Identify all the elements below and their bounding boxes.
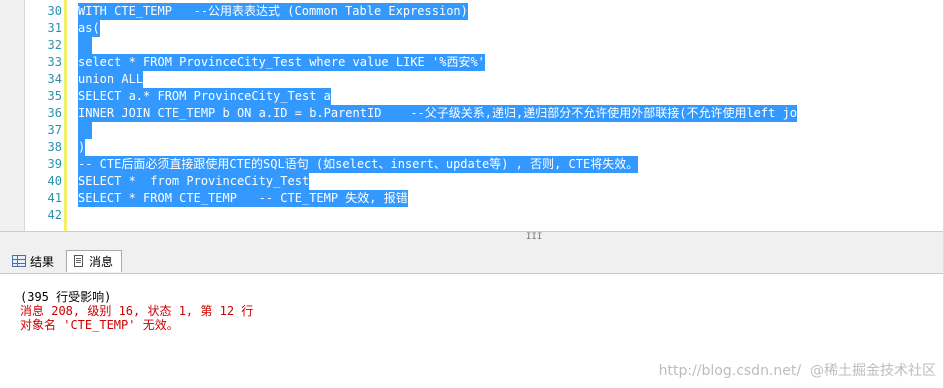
line-number: 40 xyxy=(47,174,62,188)
tab-results[interactable]: 结果 xyxy=(6,250,64,272)
code-text[interactable]: -- CTE后面必须直接跟使用CTE的SQL语句 (如select、insert… xyxy=(78,156,639,173)
line-number: 35 xyxy=(47,89,62,103)
code-line[interactable]: 39 -- CTE后面必须直接跟使用CTE的SQL语句 (如select、inse… xyxy=(0,156,944,173)
code-text[interactable]: ) xyxy=(78,139,86,156)
code-text[interactable]: INNER JOIN CTE_TEMP b ON a.ID = b.Parent… xyxy=(78,105,798,122)
line-number: 33 xyxy=(47,55,62,69)
code-line[interactable]: 41 SELECT * FROM CTE_TEMP -- CTE_TEMP 失效,… xyxy=(0,190,944,207)
code-line[interactable]: 30 WITH CTE_TEMP --公用表表达式 (Common Table E… xyxy=(0,3,944,20)
code-line[interactable]: 42 xyxy=(0,207,944,224)
code-line[interactable]: 36 INNER JOIN CTE_TEMP b ON a.ID = b.Pare… xyxy=(0,105,944,122)
code-text[interactable]: select * FROM ProvinceCity_Test where va… xyxy=(78,54,485,71)
code-text[interactable]: union ALL xyxy=(78,71,144,88)
code-line[interactable]: 35 SELECT a.* FROM ProvinceCity_Test a xyxy=(0,88,944,105)
code-text[interactable]: as( xyxy=(78,20,100,37)
rows-affected-text: (395 行受影响) xyxy=(20,290,112,304)
code-line[interactable]: 32 xyxy=(0,37,944,54)
code-line[interactable]: 37 xyxy=(0,122,944,139)
watermark: http://blog.csdn.net/ @稀土掘金技术社区 xyxy=(658,363,936,379)
error-message-line1: 消息 208, 级别 16, 状态 1, 第 12 行 xyxy=(20,304,254,318)
tab-messages[interactable]: 消息 xyxy=(66,250,122,272)
code-text[interactable]: SELECT a.* FROM ProvinceCity_Test a xyxy=(78,88,331,105)
results-tabbar: 结果 消息 xyxy=(0,243,944,274)
line-number: 38 xyxy=(47,140,62,154)
code-line[interactable]: 40 SELECT * from ProvinceCity_Test xyxy=(0,173,944,190)
line-number: 34 xyxy=(47,72,62,86)
line-number: 39 xyxy=(47,157,62,171)
horizontal-scrollbar[interactable]: III xyxy=(0,231,944,243)
line-number: 30 xyxy=(47,4,62,18)
tab-messages-label: 消息 xyxy=(89,255,114,269)
code-text[interactable]: SELECT * FROM CTE_TEMP -- CTE_TEMP 失效, 报… xyxy=(78,190,408,207)
code-line[interactable]: 38) xyxy=(0,139,944,156)
line-number: 36 xyxy=(47,106,62,120)
code-text[interactable]: SELECT * from ProvinceCity_Test xyxy=(78,173,310,190)
messages-pane[interactable]: (395 行受影响) 消息 208, 级别 16, 状态 1, 第 12 行 对… xyxy=(0,274,944,388)
code-line[interactable]: 31 as( xyxy=(0,20,944,37)
line-number: 31 xyxy=(47,21,62,35)
sql-editor[interactable]: 30 WITH CTE_TEMP --公用表表达式 (Common Table E… xyxy=(0,0,944,232)
line-number: 41 xyxy=(47,191,62,205)
code-line[interactable]: 33 select * FROM ProvinceCity_Test where … xyxy=(0,54,944,71)
grid-icon xyxy=(12,255,26,267)
code-text[interactable] xyxy=(78,207,92,224)
line-number: 32 xyxy=(47,38,62,52)
code-text[interactable] xyxy=(78,37,92,54)
line-number: 42 xyxy=(47,208,62,222)
code-text[interactable] xyxy=(78,122,92,139)
tab-results-label: 结果 xyxy=(30,254,55,269)
line-number: 37 xyxy=(47,123,62,137)
code-text[interactable]: WITH CTE_TEMP --公用表表达式 (Common Table Exp… xyxy=(78,3,468,20)
error-message-line2: 对象名 'CTE_TEMP' 无效。 xyxy=(20,318,179,332)
scrollbar-grip[interactable]: III xyxy=(526,233,542,242)
code-line[interactable]: 34 union ALL xyxy=(0,71,944,88)
message-icon xyxy=(73,255,85,268)
